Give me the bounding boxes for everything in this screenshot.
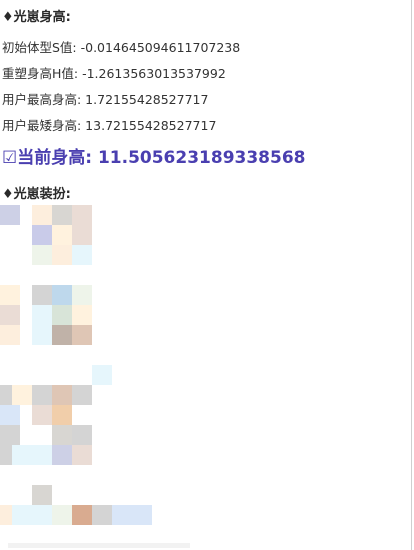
mosaic-tile xyxy=(52,505,72,525)
mosaic-tile xyxy=(72,205,92,225)
mosaic-tile xyxy=(32,505,52,525)
mosaic-tile xyxy=(0,325,20,345)
mosaic-tile xyxy=(32,285,52,305)
mosaic-tile xyxy=(72,325,92,345)
user-min-height: 用户最矮身高: 13.72155428527717 xyxy=(2,118,217,133)
current-height: ☑当前身高: 11.505623189338568 xyxy=(2,148,306,168)
height-section-title: ♦光崽身高: xyxy=(2,10,71,25)
mosaic-tile xyxy=(0,405,20,425)
mosaic-tile xyxy=(12,385,32,405)
mosaic-tile xyxy=(0,305,20,325)
mosaic-tile xyxy=(52,305,72,325)
mosaic-tile xyxy=(72,305,92,325)
mosaic-tile xyxy=(32,385,52,405)
mosaic-tile xyxy=(0,205,20,225)
user-max-height: 用户最高身高: 1.72155428527717 xyxy=(2,92,209,107)
mosaic-tile xyxy=(72,285,92,305)
right-border xyxy=(411,0,412,550)
mosaic-tile xyxy=(72,385,92,405)
mosaic-tile xyxy=(0,285,20,305)
mosaic-tile xyxy=(32,245,52,265)
mosaic-tile xyxy=(52,445,72,465)
mosaic-tile xyxy=(32,225,52,245)
mosaic-tile xyxy=(52,425,72,445)
mosaic-tile xyxy=(52,285,72,305)
mosaic-tile xyxy=(32,205,52,225)
mosaic-tile xyxy=(32,405,52,425)
bottom-scroll-track xyxy=(8,543,190,548)
mosaic-tile xyxy=(132,505,152,525)
mosaic-tile xyxy=(32,305,52,325)
mosaic-tile xyxy=(72,445,92,465)
mosaic-tile xyxy=(92,505,112,525)
mosaic-tile xyxy=(12,445,32,465)
mosaic-tile xyxy=(0,425,20,445)
mosaic-tile xyxy=(72,245,92,265)
outfit-image-mosaic xyxy=(0,200,200,550)
mosaic-tile xyxy=(32,325,52,345)
mosaic-tile xyxy=(52,325,72,345)
mosaic-tile xyxy=(52,225,72,245)
mosaic-tile xyxy=(32,485,52,505)
mosaic-tile xyxy=(72,425,92,445)
reshaped-height-h-value: 重塑身高H值: -1.2613563013537992 xyxy=(2,66,226,81)
mosaic-tile xyxy=(52,405,72,425)
initial-body-s-value: 初始体型S值: -0.014645094611707238 xyxy=(2,40,241,55)
mosaic-tile xyxy=(12,505,32,525)
mosaic-tile xyxy=(112,505,132,525)
mosaic-tile xyxy=(72,505,92,525)
mosaic-tile xyxy=(52,385,72,405)
mosaic-tile xyxy=(92,365,112,385)
mosaic-tile xyxy=(72,225,92,245)
mosaic-tile xyxy=(52,245,72,265)
mosaic-tile xyxy=(52,205,72,225)
mosaic-tile xyxy=(32,445,52,465)
